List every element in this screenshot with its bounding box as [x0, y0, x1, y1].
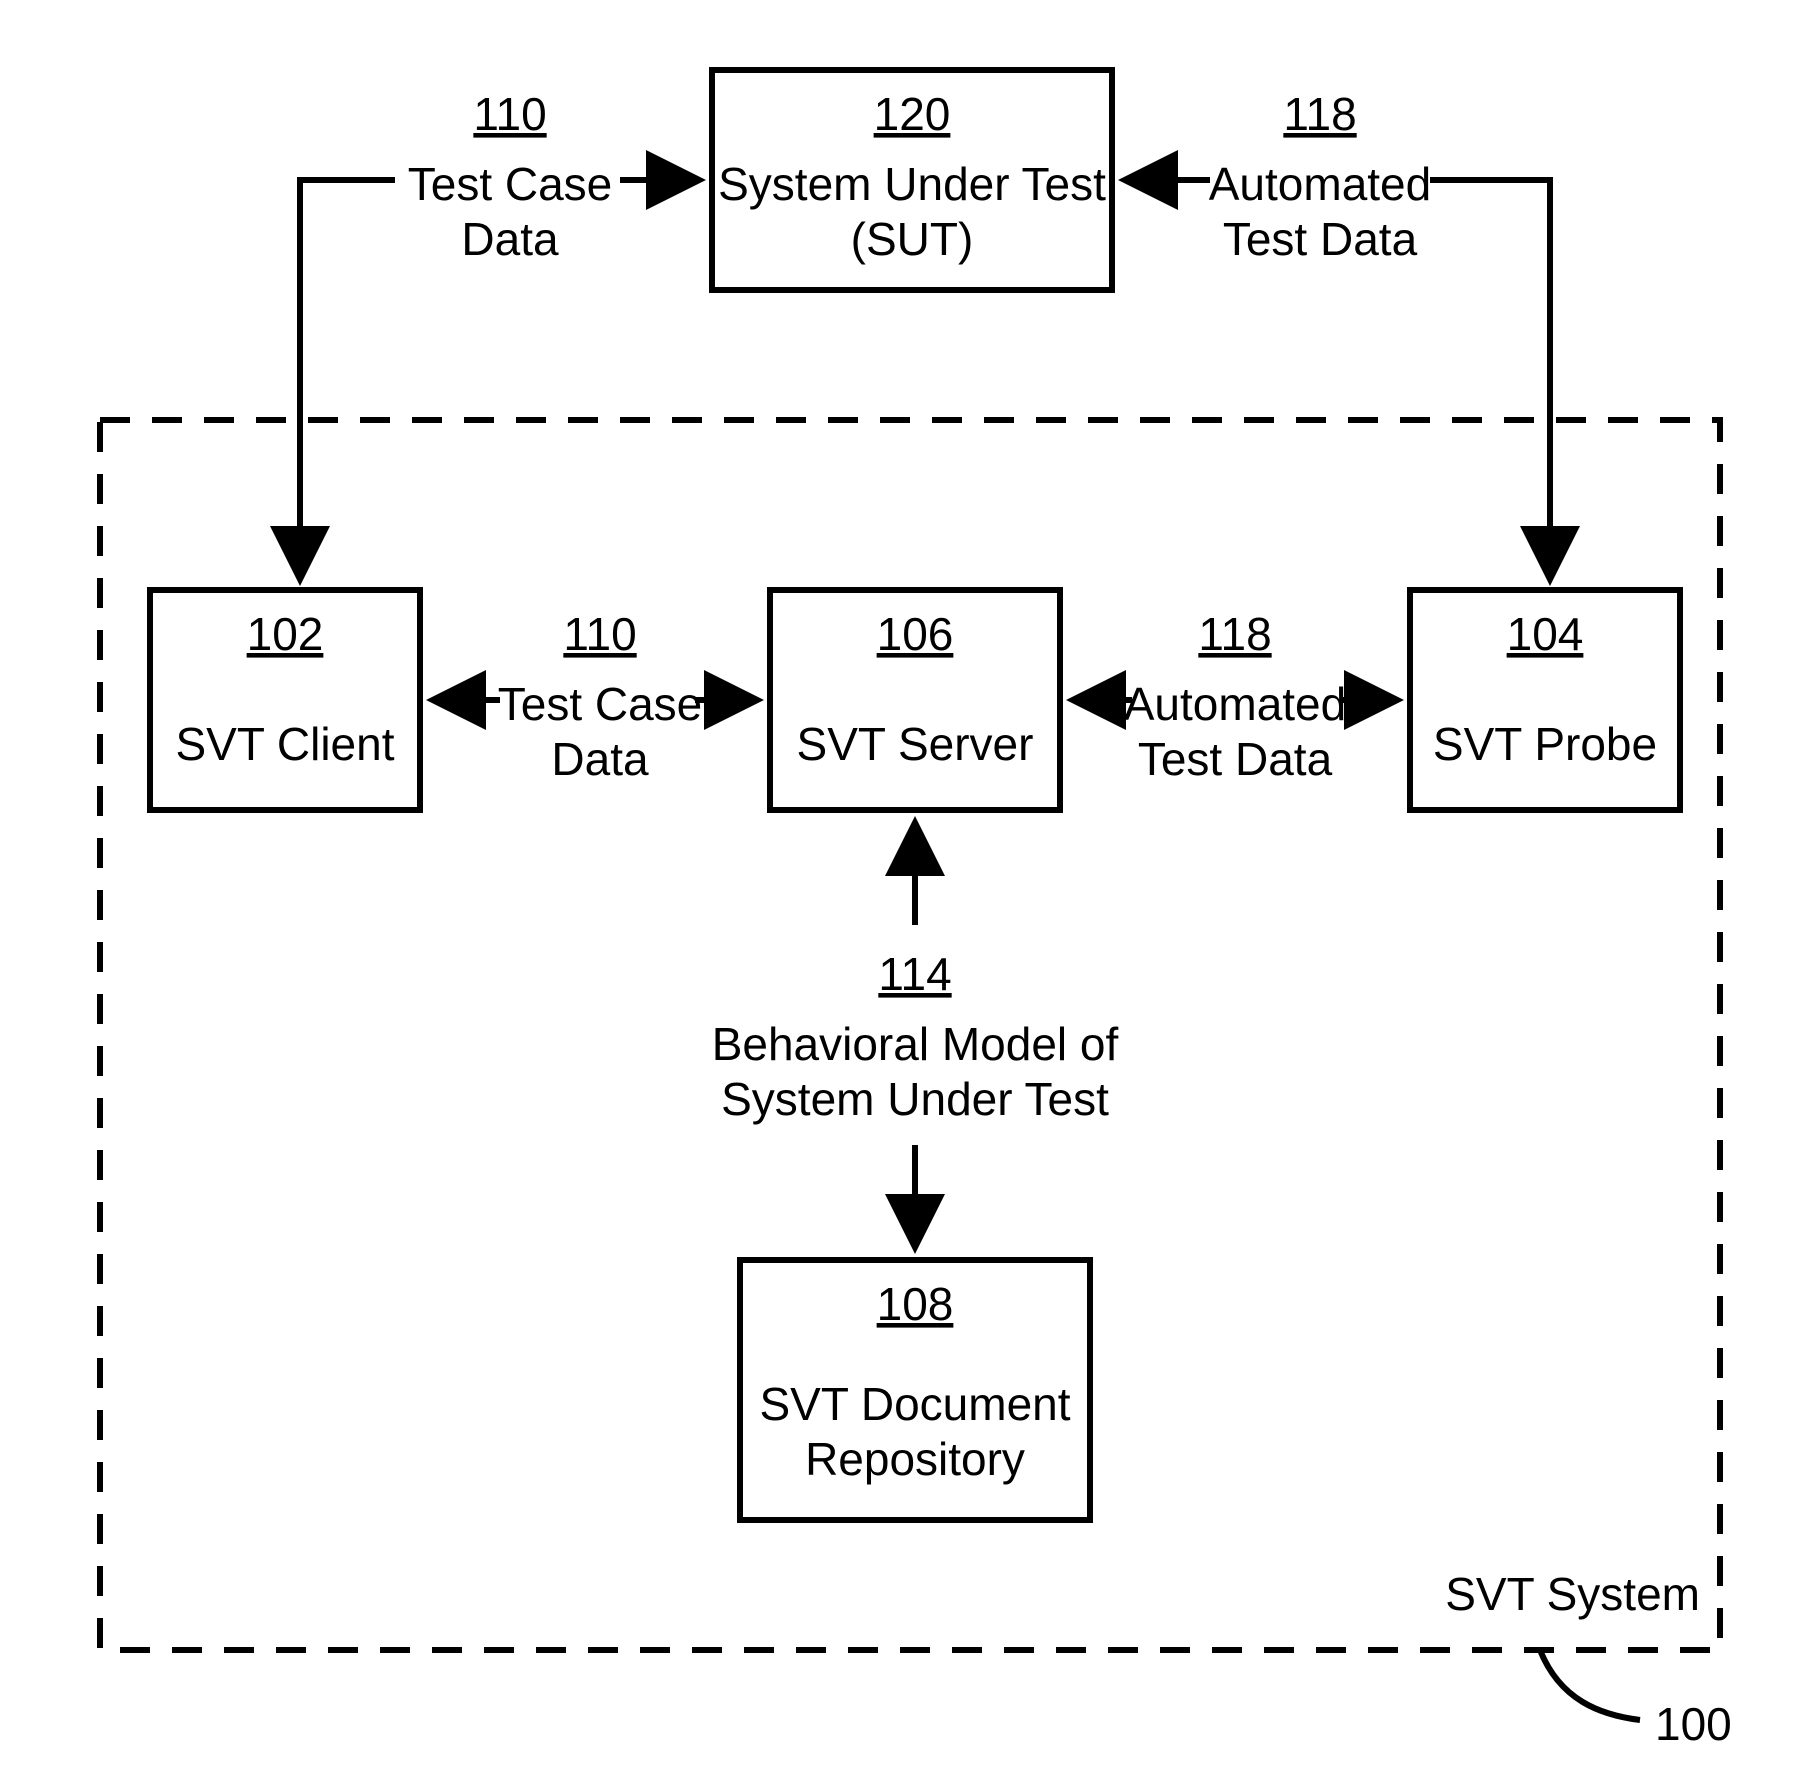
svg-text:110: 110 [563, 608, 636, 660]
svt-client-block: 102 SVT Client [150, 590, 420, 810]
lead-line-100 [1540, 1650, 1640, 1720]
svg-text:Test Data: Test Data [1138, 733, 1333, 785]
svg-text:SVT Document: SVT Document [759, 1378, 1070, 1430]
svt-repo-block: 108 SVT Document Repository [740, 1260, 1090, 1520]
svg-text:Test Case: Test Case [408, 158, 613, 210]
diagram-root: SVT System 100 120 System Under Test (SU… [0, 0, 1810, 1782]
svg-text:Test Data: Test Data [1223, 213, 1418, 265]
svg-text:108: 108 [877, 1278, 954, 1330]
svg-text:104: 104 [1507, 608, 1584, 660]
svt-server-block: 106 SVT Server [770, 590, 1060, 810]
sut-line2: (SUT) [851, 213, 974, 265]
svg-text:SVT Probe: SVT Probe [1433, 718, 1657, 770]
svg-text:Automated: Automated [1124, 678, 1346, 730]
arrow-atd-down-to-probe [1430, 180, 1550, 580]
tcd-mid-label: 110 Test Case Data [498, 608, 703, 785]
svt-probe-block: 104 SVT Probe [1410, 590, 1680, 810]
svg-text:Repository: Repository [805, 1433, 1025, 1485]
svg-text:SVT Client: SVT Client [175, 718, 394, 770]
svg-text:118: 118 [1283, 88, 1356, 140]
svg-text:Data: Data [551, 733, 649, 785]
sut-ref: 120 [874, 88, 951, 140]
sut-block: 120 System Under Test (SUT) [712, 70, 1112, 290]
svg-text:110: 110 [473, 88, 546, 140]
svg-text:106: 106 [877, 608, 954, 660]
atd-top-label: 118 Automated Test Data [1209, 88, 1431, 265]
svg-text:System Under Test: System Under Test [721, 1073, 1109, 1125]
tcd-top-label: 110 Test Case Data [408, 88, 613, 265]
svg-text:Data: Data [461, 213, 559, 265]
svg-text:Automated: Automated [1209, 158, 1431, 210]
sut-line1: System Under Test [718, 158, 1106, 210]
svg-text:114: 114 [878, 948, 951, 1000]
bm-label: 114 Behavioral Model of System Under Tes… [712, 948, 1119, 1125]
system-ref: 100 [1655, 1698, 1732, 1750]
atd-mid-label: 118 Automated Test Data [1124, 608, 1346, 785]
svg-text:118: 118 [1198, 608, 1271, 660]
svg-text:SVT Server: SVT Server [797, 718, 1034, 770]
svg-text:102: 102 [247, 608, 324, 660]
system-label: SVT System [1445, 1568, 1700, 1620]
svg-text:Test Case: Test Case [498, 678, 703, 730]
arrow-tcd-down-to-client [300, 180, 395, 580]
svg-text:Behavioral Model of: Behavioral Model of [712, 1018, 1119, 1070]
